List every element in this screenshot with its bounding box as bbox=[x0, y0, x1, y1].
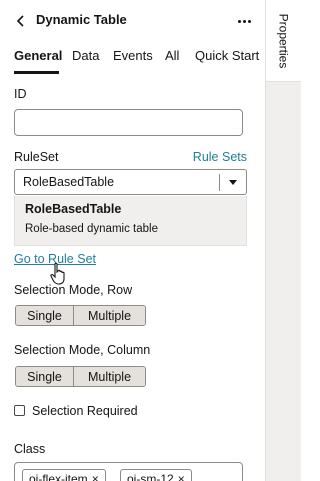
select-divider bbox=[219, 174, 220, 191]
ruleset-select-value: RoleBasedTable bbox=[23, 175, 115, 189]
class-chip: oj-flex-item × bbox=[22, 469, 106, 481]
tab-quick-start[interactable]: Quick Start bbox=[195, 48, 259, 63]
id-label: ID bbox=[14, 87, 27, 101]
option-title: RoleBasedTable bbox=[25, 202, 122, 216]
selection-column-segmented: Single Multiple bbox=[15, 366, 146, 387]
close-icon[interactable]: × bbox=[92, 472, 99, 481]
ruleset-label: RuleSet bbox=[14, 150, 59, 164]
tab-data[interactable]: Data bbox=[72, 48, 99, 63]
class-input[interactable]: oj-flex-item × oj-sm-12 × bbox=[14, 462, 243, 481]
tab-bar: General Data Events All Quick Start bbox=[0, 42, 265, 74]
page-title: Dynamic Table bbox=[36, 12, 127, 27]
option-description: Role-based dynamic table bbox=[25, 223, 158, 235]
selection-column-label: Selection Mode, Column bbox=[14, 343, 151, 357]
active-tab-indicator bbox=[14, 71, 59, 74]
selection-column-single-button[interactable]: Single bbox=[16, 367, 74, 386]
chevron-left-icon[interactable] bbox=[14, 13, 28, 29]
properties-panel: Dynamic Table General Data Events All Qu… bbox=[0, 0, 265, 481]
more-horizontal-icon[interactable] bbox=[233, 12, 255, 30]
ruleset-dropdown-option[interactable]: RoleBasedTable Role-based dynamic table bbox=[14, 196, 247, 246]
class-label: Class bbox=[14, 442, 46, 456]
panel-header: Dynamic Table bbox=[0, 6, 265, 36]
selection-row-single-button[interactable]: Single bbox=[16, 306, 74, 325]
selection-required-checkbox[interactable] bbox=[14, 405, 25, 416]
properties-tab-label: Properties bbox=[276, 13, 291, 69]
tab-events[interactable]: Events bbox=[113, 48, 153, 63]
selection-row-multiple-button[interactable]: Multiple bbox=[74, 306, 145, 325]
rule-sets-link[interactable]: Rule Sets bbox=[193, 150, 247, 164]
selection-required-label[interactable]: Selection Required bbox=[32, 404, 138, 418]
class-chip: oj-sm-12 × bbox=[120, 469, 192, 481]
tab-all[interactable]: All bbox=[165, 48, 179, 63]
close-icon[interactable]: × bbox=[178, 472, 185, 481]
tab-general[interactable]: General bbox=[14, 48, 62, 63]
tab-properties[interactable]: Properties bbox=[266, 0, 301, 82]
selection-row-label: Selection Mode, Row bbox=[14, 283, 133, 297]
chip-label: oj-sm-12 bbox=[127, 472, 174, 481]
chevron-down-icon[interactable] bbox=[229, 180, 237, 185]
selection-column-multiple-button[interactable]: Multiple bbox=[74, 367, 145, 386]
selection-row-segmented: Single Multiple bbox=[15, 305, 146, 326]
id-input[interactable] bbox=[14, 109, 243, 136]
chip-label: oj-flex-item bbox=[29, 472, 88, 481]
ruleset-select[interactable]: RoleBasedTable bbox=[14, 169, 247, 195]
